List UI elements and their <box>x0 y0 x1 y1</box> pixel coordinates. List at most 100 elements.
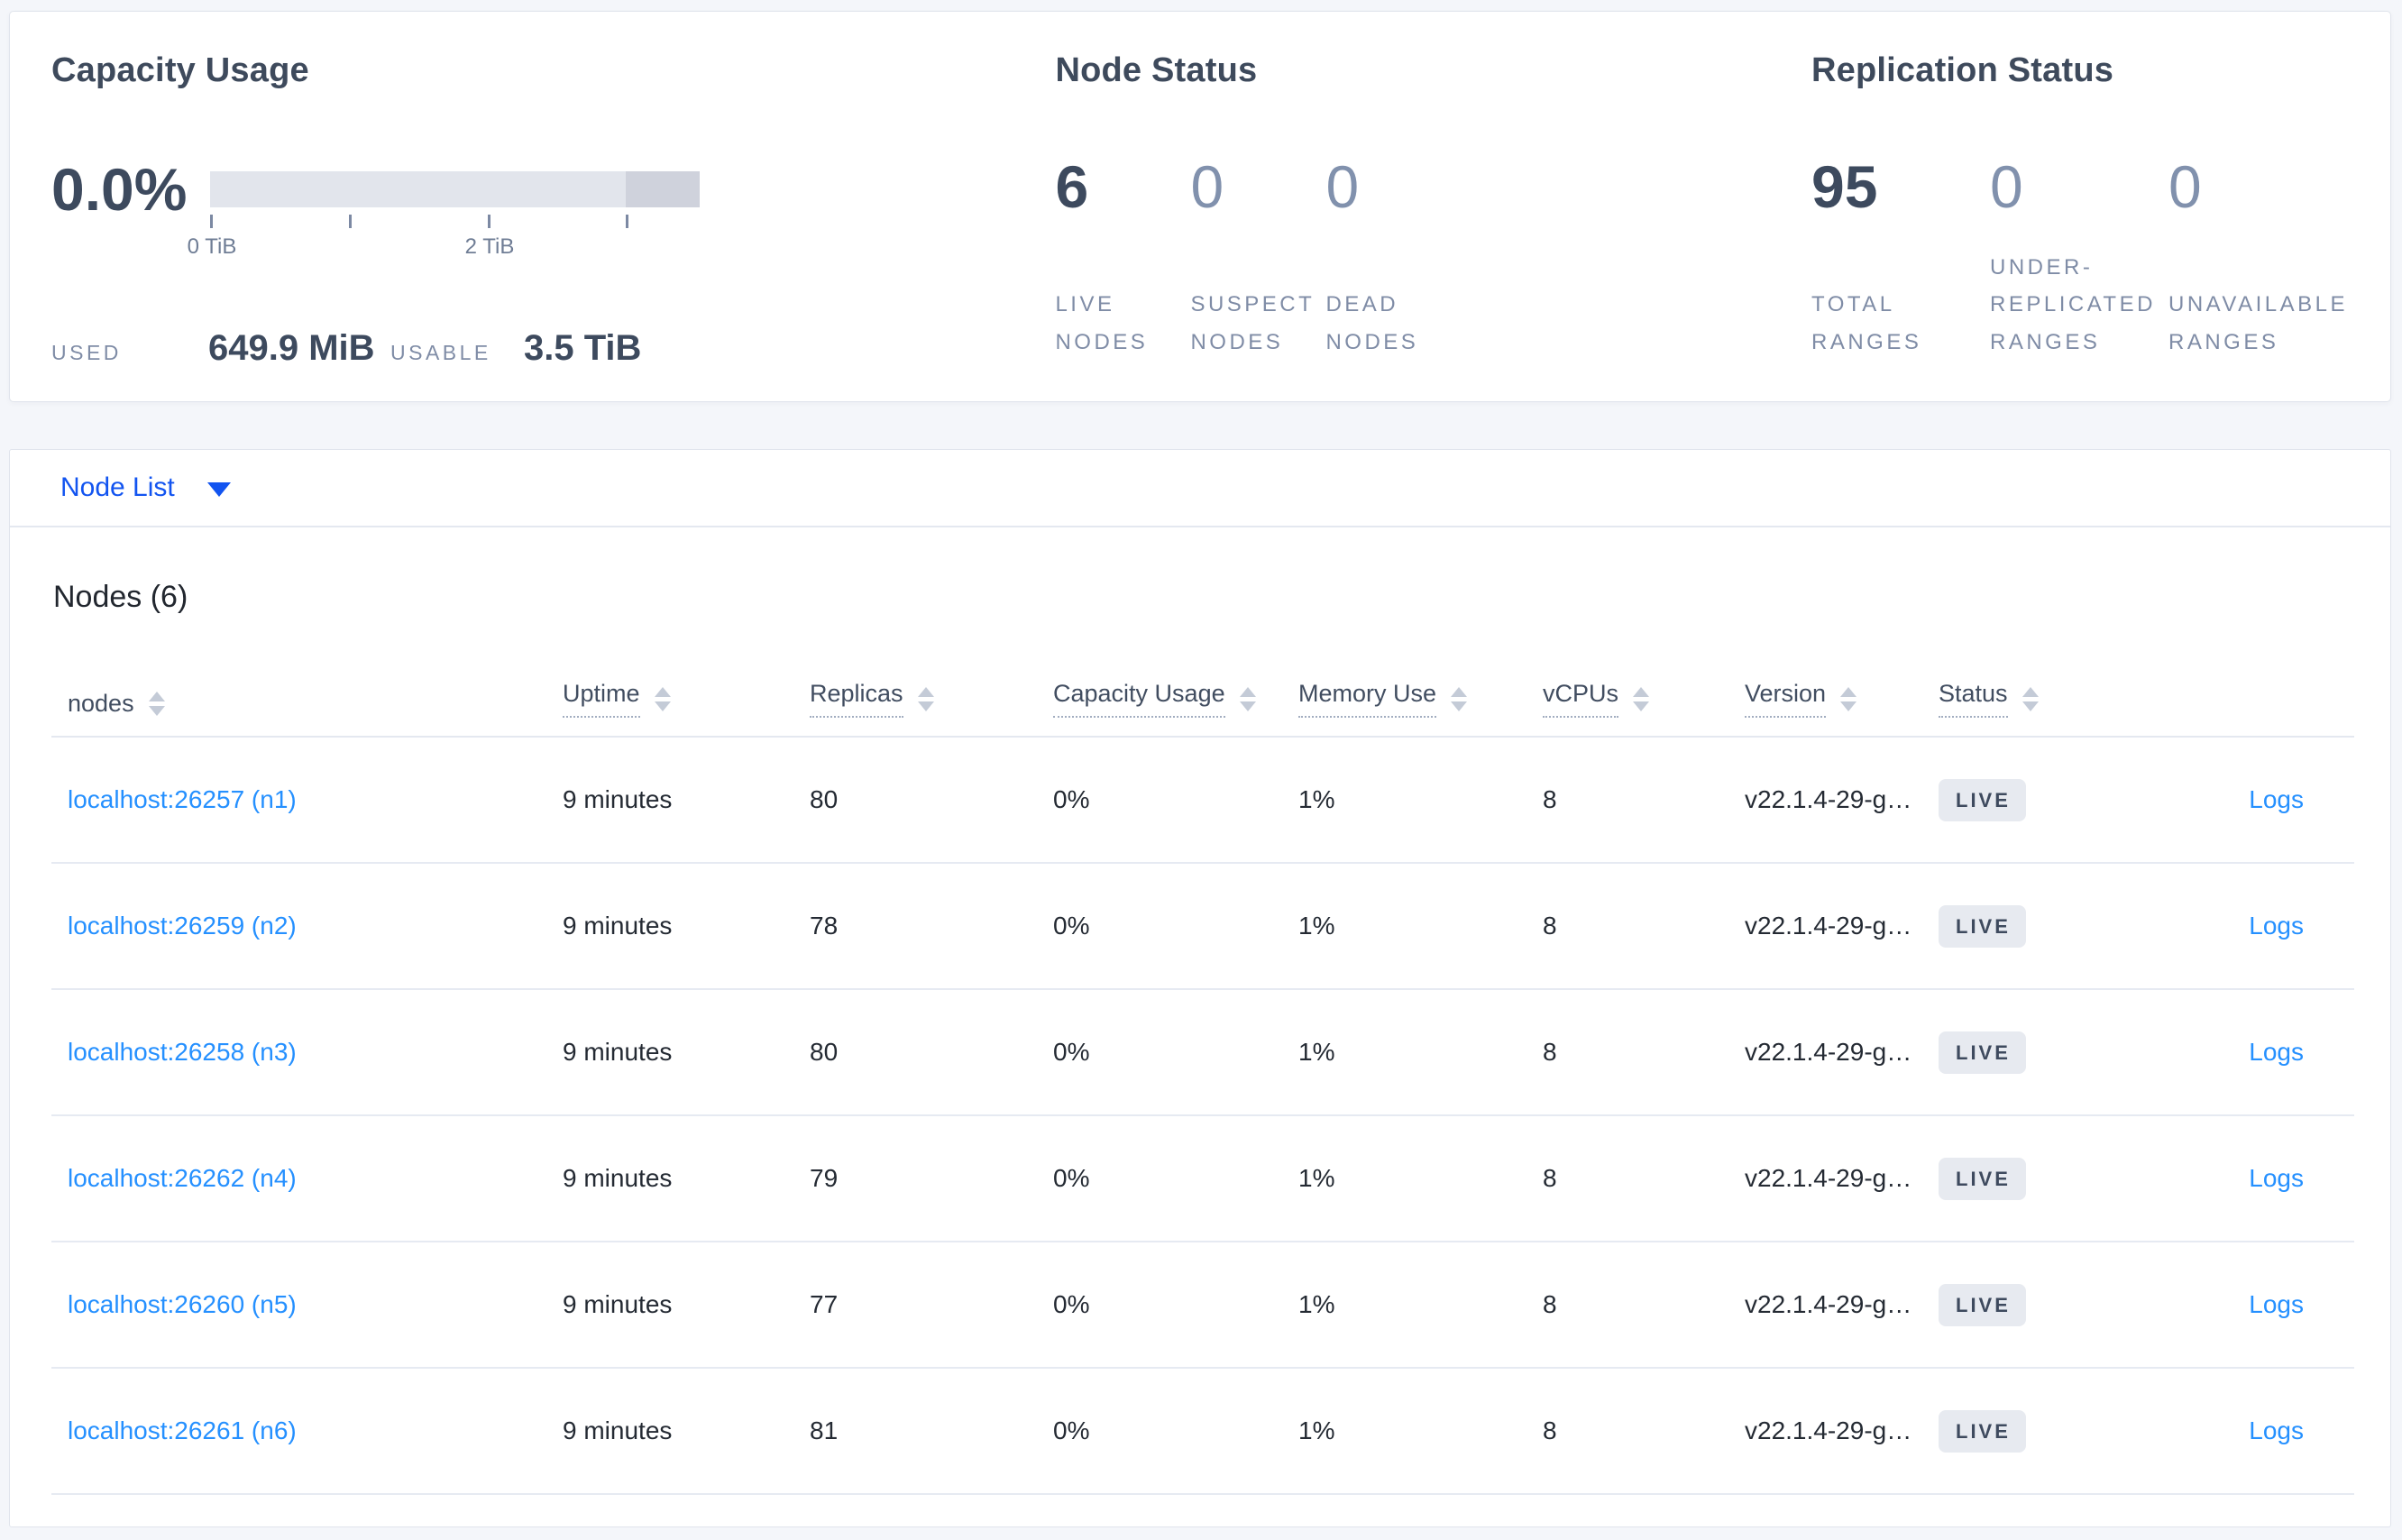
live-nodes-label: LIVE NODES <box>1055 292 1149 354</box>
gauge-tick-1 <box>349 215 352 228</box>
capacity-gauge-reserved-segment <box>626 171 700 207</box>
status-badge: LIVE <box>1939 1031 2026 1074</box>
replication-status-panel: Replication Status 95 TOTAL RANGES 0 UND… <box>1811 51 2347 358</box>
column-label: nodes <box>68 690 134 717</box>
uptime-cell: 9 minutes <box>563 1290 673 1318</box>
sort-icon <box>1239 686 1256 711</box>
dead-nodes-value: 0 <box>1325 153 1360 220</box>
sort-icon <box>1633 686 1650 711</box>
sort-icon <box>1451 686 1468 711</box>
total-ranges-label: TOTAL RANGES <box>1811 292 1922 354</box>
capacity-gauge-row: 0.0% 0 TiB 2 TiB <box>51 155 1055 259</box>
replicas-cell: 81 <box>810 1416 839 1444</box>
logs-link[interactable]: Logs <box>2249 1290 2304 1318</box>
logs-link[interactable]: Logs <box>2249 785 2304 813</box>
column-label: vCPUs <box>1543 680 1619 718</box>
column-header-version[interactable]: Version <box>1745 680 1939 736</box>
column-label: Version <box>1745 680 1827 718</box>
memory-use-cell: 1% <box>1298 1416 1335 1444</box>
capacity-usage-cell: 0% <box>1053 912 1090 940</box>
column-label: Uptime <box>563 680 640 718</box>
version-cell: v22.1.4-29-g… <box>1745 912 1912 940</box>
uptime-cell: 9 minutes <box>563 1416 673 1444</box>
uptime-cell: 9 minutes <box>563 912 673 940</box>
node-link[interactable]: localhost:26257 (n1) <box>68 785 297 813</box>
table-row: localhost:26257 (n1) 9 minutes 80 0% 1% … <box>51 738 2354 864</box>
view-selector[interactable]: Node List <box>60 472 175 503</box>
replication-status-title: Replication Status <box>1811 51 2114 89</box>
memory-use-cell: 1% <box>1298 1290 1335 1318</box>
sort-icon <box>917 686 934 711</box>
uptime-cell: 9 minutes <box>563 785 673 813</box>
column-header-vcpus[interactable]: vCPUs <box>1543 680 1745 736</box>
stat-dead-nodes: 0 DEAD NODES <box>1325 153 1461 361</box>
live-nodes-value: 6 <box>1055 153 1089 220</box>
node-link[interactable]: localhost:26259 (n2) <box>68 912 297 940</box>
memory-use-cell: 1% <box>1298 1038 1335 1066</box>
capacity-used-usable-row: USED 649.9 MiB USABLE 3.5 TiB <box>51 328 1055 369</box>
node-link[interactable]: localhost:26262 (n4) <box>68 1164 297 1192</box>
column-label: Status <box>1939 680 2008 718</box>
column-header-uptime[interactable]: Uptime <box>563 680 810 736</box>
column-header-nodes[interactable]: nodes <box>68 690 563 736</box>
node-link[interactable]: localhost:26261 (n6) <box>68 1416 297 1444</box>
status-badge: LIVE <box>1939 1157 2026 1200</box>
suspect-nodes-value: 0 <box>1190 153 1224 220</box>
column-label: Capacity Usage <box>1053 680 1225 718</box>
gauge-tick-label-2: 2 TiB <box>464 234 515 259</box>
replicas-cell: 80 <box>810 785 839 813</box>
memory-use-cell: 1% <box>1298 1164 1335 1192</box>
replicas-cell: 80 <box>810 1038 839 1066</box>
caret-down-icon[interactable] <box>206 482 231 497</box>
capacity-usage-cell: 0% <box>1053 1416 1090 1444</box>
logs-link[interactable]: Logs <box>2249 912 2304 940</box>
column-header-replicas[interactable]: Replicas <box>810 680 1053 736</box>
usable-label: USABLE <box>390 341 491 364</box>
vcpus-cell: 8 <box>1543 1164 1557 1192</box>
sort-icon <box>1840 686 1857 711</box>
capacity-usage-panel: Capacity Usage 0.0% 0 TiB 2 TiB USED 649… <box>51 51 1055 368</box>
logs-link[interactable]: Logs <box>2249 1038 2304 1066</box>
version-cell: v22.1.4-29-g… <box>1745 1290 1912 1318</box>
status-badge: LIVE <box>1939 904 2026 948</box>
table-header-row: nodes Uptime Replicas Capacity Usage Mem… <box>51 651 2354 738</box>
uptime-cell: 9 minutes <box>563 1038 673 1066</box>
node-link[interactable]: localhost:26258 (n3) <box>68 1038 297 1066</box>
memory-use-cell: 1% <box>1298 912 1335 940</box>
under-replicated-ranges-value: 0 <box>1990 153 2023 220</box>
memory-use-cell: 1% <box>1298 785 1335 813</box>
vcpus-cell: 8 <box>1543 1416 1557 1444</box>
table-row: localhost:26262 (n4) 9 minutes 79 0% 1% … <box>51 1116 2354 1242</box>
column-header-memory-use[interactable]: Memory Use <box>1298 680 1543 736</box>
vcpus-cell: 8 <box>1543 912 1557 940</box>
replicas-cell: 79 <box>810 1164 839 1192</box>
replicas-cell: 77 <box>810 1290 839 1318</box>
stat-under-replicated-ranges: 0 UNDER-REPLICATED RANGES <box>1990 153 2168 361</box>
column-header-status[interactable]: Status <box>1939 680 2146 736</box>
node-status-stats: 6 LIVE NODES 0 SUSPECT NODES 0 DEAD NODE… <box>1055 153 1811 361</box>
node-status-title: Node Status <box>1055 51 1258 89</box>
node-link[interactable]: localhost:26260 (n5) <box>68 1290 297 1318</box>
sort-icon <box>654 686 671 711</box>
status-badge: LIVE <box>1939 1409 2026 1453</box>
replication-stats: 95 TOTAL RANGES 0 UNDER-REPLICATED RANGE… <box>1811 153 2347 361</box>
column-header-capacity-usage[interactable]: Capacity Usage <box>1053 680 1298 736</box>
logs-link[interactable]: Logs <box>2249 1416 2304 1444</box>
table-row: localhost:26260 (n5) 9 minutes 77 0% 1% … <box>51 1242 2354 1369</box>
capacity-usage-cell: 0% <box>1053 1290 1090 1318</box>
gauge-tick-0 <box>210 215 213 228</box>
stat-suspect-nodes: 0 SUSPECT NODES <box>1190 153 1325 361</box>
capacity-gauge: 0 TiB 2 TiB <box>188 171 700 259</box>
gauge-tick-2 <box>488 215 490 228</box>
status-badge: LIVE <box>1939 778 2026 821</box>
table-row: localhost:26258 (n3) 9 minutes 80 0% 1% … <box>51 990 2354 1116</box>
gauge-tick-3 <box>626 215 628 228</box>
stat-live-nodes: 6 LIVE NODES <box>1055 153 1190 361</box>
logs-link[interactable]: Logs <box>2249 1164 2304 1192</box>
usable-value: 3.5 TiB <box>524 328 642 368</box>
column-header-logs-spacer <box>2146 718 2354 736</box>
node-status-panel: Node Status 6 LIVE NODES 0 SUSPECT NODES… <box>1055 51 1811 358</box>
table-row: localhost:26261 (n6) 9 minutes 81 0% 1% … <box>51 1369 2354 1495</box>
capacity-percent-value: 0.0% <box>51 156 188 223</box>
nodes-table-section: Nodes (6) nodes Uptime Replicas Capacity… <box>10 527 2390 1526</box>
